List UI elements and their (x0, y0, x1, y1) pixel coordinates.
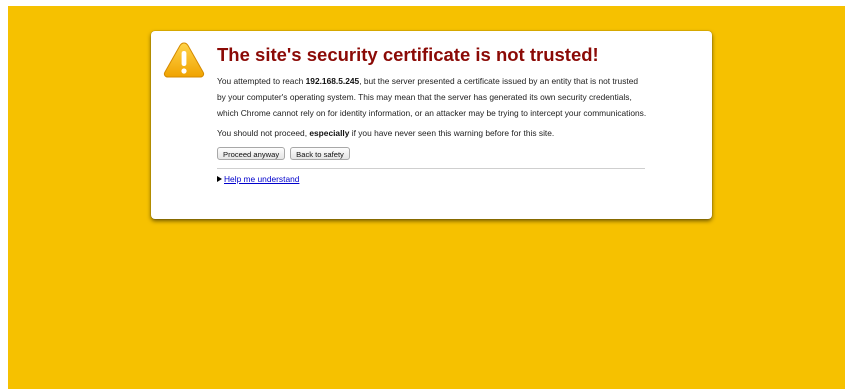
warning-card: The site's security certificate is not t… (151, 31, 712, 219)
action-buttons: Proceed anyway Back to safety (217, 147, 647, 160)
help-me-understand-link[interactable]: Help me understand (224, 174, 299, 184)
back-to-safety-button[interactable]: Back to safety (290, 147, 350, 160)
help-section: Help me understand (217, 174, 647, 184)
advice-emphasis: especially (309, 128, 350, 138)
warning-content: The site's security certificate is not t… (217, 43, 647, 184)
interstitial-page: The site's security certificate is not t… (8, 6, 845, 389)
advice-text-end: if you have never seen this warning befo… (349, 128, 555, 138)
warning-explanation: You attempted to reach 192.168.5.245, bu… (217, 73, 647, 121)
warning-triangle-icon (163, 42, 205, 78)
page-title: The site's security certificate is not t… (217, 44, 599, 65)
proceed-anyway-button[interactable]: Proceed anyway (217, 147, 286, 160)
warning-advice: You should not proceed, especially if yo… (217, 125, 647, 141)
explanation-text-start: You attempted to reach (217, 76, 306, 86)
host-address: 192.168.5.245 (305, 76, 360, 86)
disclosure-triangle-icon[interactable] (217, 176, 222, 182)
divider (217, 168, 645, 169)
advice-text-start: You should not proceed, (217, 128, 310, 138)
